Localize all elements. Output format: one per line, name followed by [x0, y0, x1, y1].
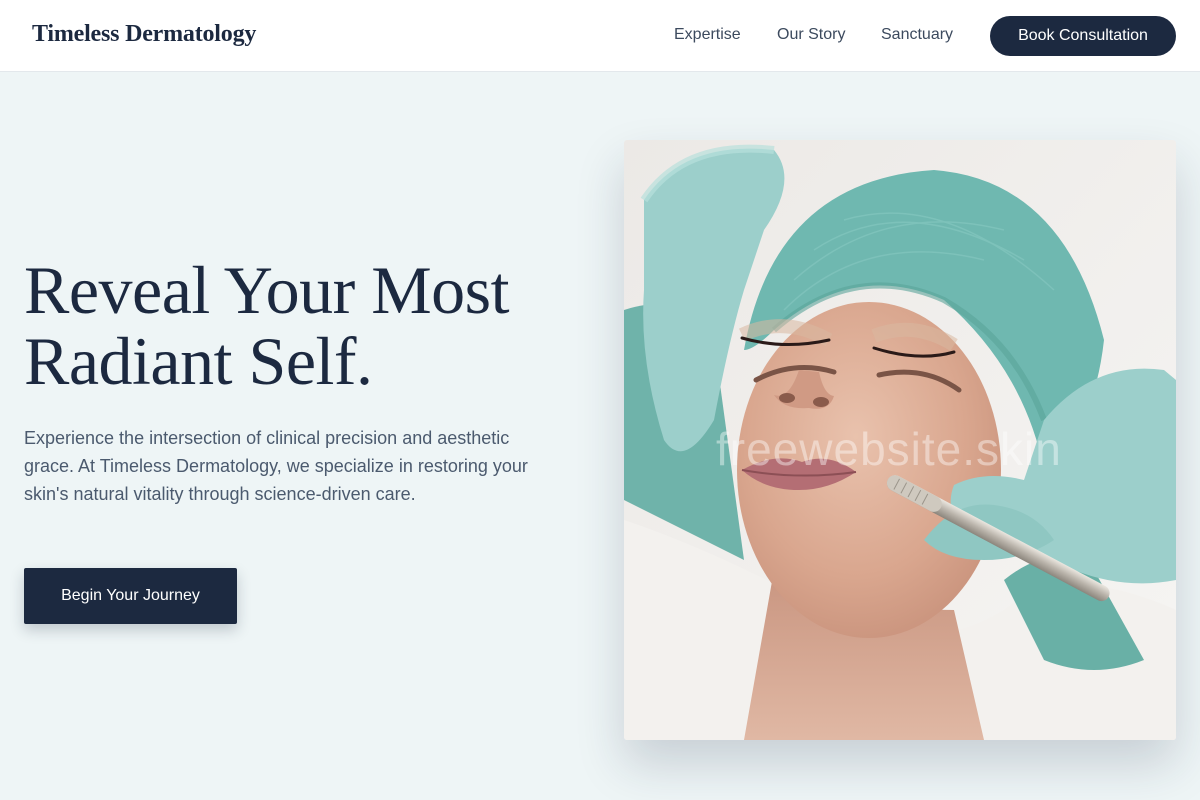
hero-title-line-2: Radiant Self. [24, 323, 373, 399]
hero-description: Experience the intersection of clinical … [24, 428, 528, 504]
nav-link-our-story[interactable]: Our Story [777, 26, 845, 44]
hero-title-line-1: Reveal Your Most [24, 252, 510, 328]
hero-title: Reveal Your Most Radiant Self. [24, 255, 604, 397]
image-watermark: freewebsite.skin [716, 423, 1062, 475]
brand-logo[interactable]: Timeless Dermatology [32, 21, 256, 48]
book-consultation-button[interactable]: Book Consultation [990, 16, 1176, 56]
begin-journey-button[interactable]: Begin Your Journey [24, 568, 237, 624]
nav-link-expertise[interactable]: Expertise [674, 26, 741, 44]
nav-link-sanctuary[interactable]: Sanctuary [881, 26, 953, 44]
site-header: Timeless Dermatology Expertise Our Story… [0, 0, 1200, 72]
hero-treatment-image: freewebsite.skin [624, 140, 1176, 740]
